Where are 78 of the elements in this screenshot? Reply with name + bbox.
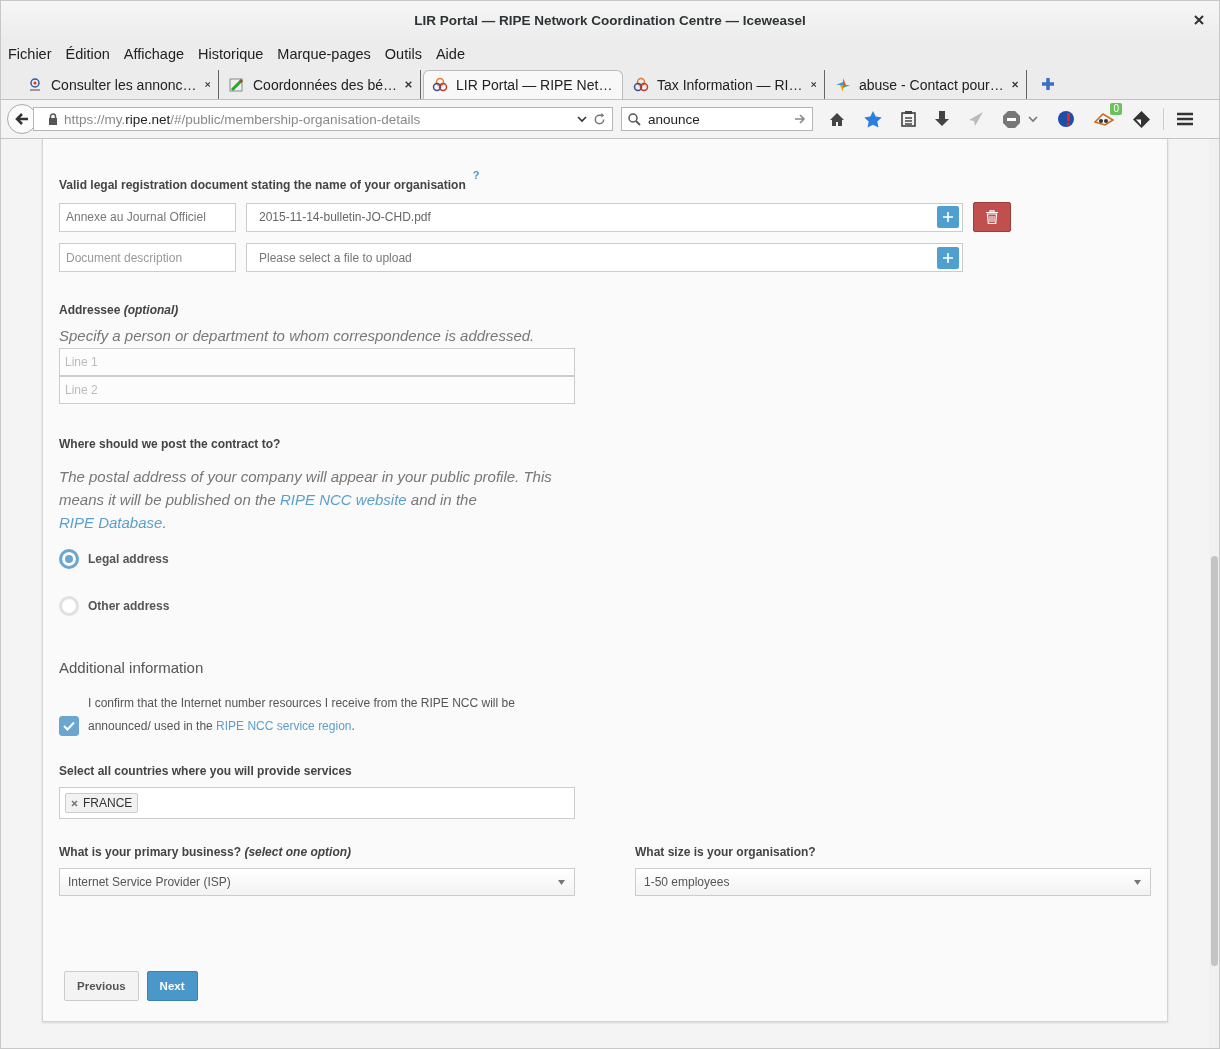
- radio-label: Other address: [88, 599, 170, 613]
- menu-item[interactable]: Affichage: [123, 46, 185, 62]
- rings-icon: [633, 76, 649, 93]
- close-icon[interactable]: [810, 80, 816, 89]
- scrollbar-thumb[interactable]: [1210, 556, 1218, 966]
- close-icon[interactable]: [1194, 15, 1204, 25]
- plus-icon: [943, 212, 953, 222]
- menu-item[interactable]: Historique: [198, 46, 264, 62]
- country-field[interactable]: FRANCE: [59, 787, 575, 819]
- pencil-icon: [229, 76, 245, 93]
- checkmark-icon: [63, 721, 75, 731]
- close-icon[interactable]: [405, 80, 412, 89]
- browser-tab[interactable]: Consulter les annonc…: [19, 70, 219, 99]
- stop-sign-icon[interactable]: [1003, 110, 1020, 128]
- radio-button[interactable]: [59, 549, 79, 569]
- browser-tab[interactable]: Coordonnées des bé…: [221, 70, 421, 99]
- download-icon[interactable]: [935, 111, 949, 127]
- search-icon: [628, 112, 641, 126]
- field-label: Valid legal registration document stating the name of your organisation: [59, 177, 466, 193]
- plus-icon: [943, 252, 953, 263]
- menu-item[interactable]: Édition: [65, 46, 110, 62]
- dropdown[interactable]: Internet Service Provider (ISP): [59, 868, 575, 896]
- field-label: What size is your organisation?: [635, 844, 817, 860]
- dropdown-icon[interactable]: [577, 115, 587, 123]
- browser-tab[interactable]: Tax Information — RI…: [625, 70, 825, 99]
- description-field[interactable]: Document description: [59, 243, 236, 272]
- diamond-icon[interactable]: [1133, 110, 1150, 128]
- remove-icon[interactable]: [71, 799, 78, 807]
- arrow-left-icon: [14, 111, 30, 127]
- menu-item[interactable]: Aide: [435, 46, 465, 62]
- counter-badge: 0: [1110, 103, 1122, 115]
- search-field[interactable]: anounce: [621, 107, 813, 131]
- arrow-right-icon[interactable]: [794, 113, 806, 125]
- delete-button[interactable]: [973, 202, 1011, 232]
- caret-icon: [1134, 879, 1141, 885]
- field-label: What is your primary business? (select one option): [59, 844, 353, 860]
- window-title: LIR Portal — RIPE Network Coordination Centre — Iceweasel: [414, 13, 806, 28]
- field-label: Addressee (optional): [59, 302, 179, 318]
- add-file-button[interactable]: [937, 246, 959, 269]
- file-field[interactable]: Please select a file to upload: [246, 243, 963, 272]
- glasses-icon[interactable]: [1094, 112, 1114, 126]
- address-field[interactable]: https://my.ripe.net/#/public/membership-organisation-details: [33, 107, 613, 131]
- dropdown[interactable]: 1-50 employees: [635, 868, 1151, 896]
- checkbox[interactable]: [59, 716, 79, 736]
- star-icon[interactable]: [864, 110, 882, 128]
- extension-icon[interactable]: [1057, 110, 1075, 128]
- section-heading: Additional information: [59, 659, 204, 677]
- menu-icon[interactable]: [1177, 112, 1193, 126]
- pinwheel-icon: [835, 76, 851, 93]
- confirm-text: I confirm that the Internet number resources I receive from the RIPE NCC will be announced/ used in the RIPE NCC service region.: [88, 695, 516, 735]
- browser-tab[interactable]: abuse - Contact pour…: [827, 70, 1027, 99]
- menu-item[interactable]: Outils: [384, 46, 422, 62]
- reload-icon[interactable]: [593, 112, 606, 126]
- browser-tab[interactable]: LIR Portal — RIPE Net…: [423, 70, 623, 99]
- home-icon[interactable]: [829, 111, 845, 127]
- emblem-icon: [27, 76, 43, 93]
- menu-item[interactable]: Marque-pages: [277, 46, 371, 62]
- description-field[interactable]: Annexe au Journal Officiel: [59, 202, 236, 232]
- trash-icon: [986, 210, 998, 224]
- close-icon[interactable]: [204, 80, 210, 89]
- radio-label: Legal address: [88, 552, 169, 566]
- menu-item[interactable]: Fichier: [8, 46, 52, 62]
- caret-icon[interactable]: [1028, 115, 1038, 123]
- country-tag[interactable]: FRANCE: [65, 793, 139, 813]
- address-line-field[interactable]: Line 2: [59, 376, 575, 404]
- close-icon[interactable]: [1011, 80, 1018, 89]
- reading-list-icon[interactable]: [901, 111, 916, 127]
- info-paragraph: The postal address of your company will appear in your public profile. This means it will be published on the RIPE NCC website and in the RIPE Database.: [59, 467, 553, 533]
- field-label: Select all countries where you will provide services: [59, 763, 352, 779]
- field-label: Where should we post the contract to?: [59, 436, 281, 452]
- caret-icon: [558, 879, 565, 885]
- address-line-field[interactable]: Line 1: [59, 348, 575, 376]
- plus-icon[interactable]: [1041, 77, 1055, 91]
- hint-text: Specify a person or department to whom correspondence is addressed.: [59, 326, 535, 346]
- rings-icon: [432, 77, 448, 93]
- file-field[interactable]: 2015-11-14-bulletin-JO-CHD.pdf: [246, 202, 963, 232]
- previous-button[interactable]: Previous: [64, 971, 139, 1001]
- lock-icon: [48, 113, 58, 125]
